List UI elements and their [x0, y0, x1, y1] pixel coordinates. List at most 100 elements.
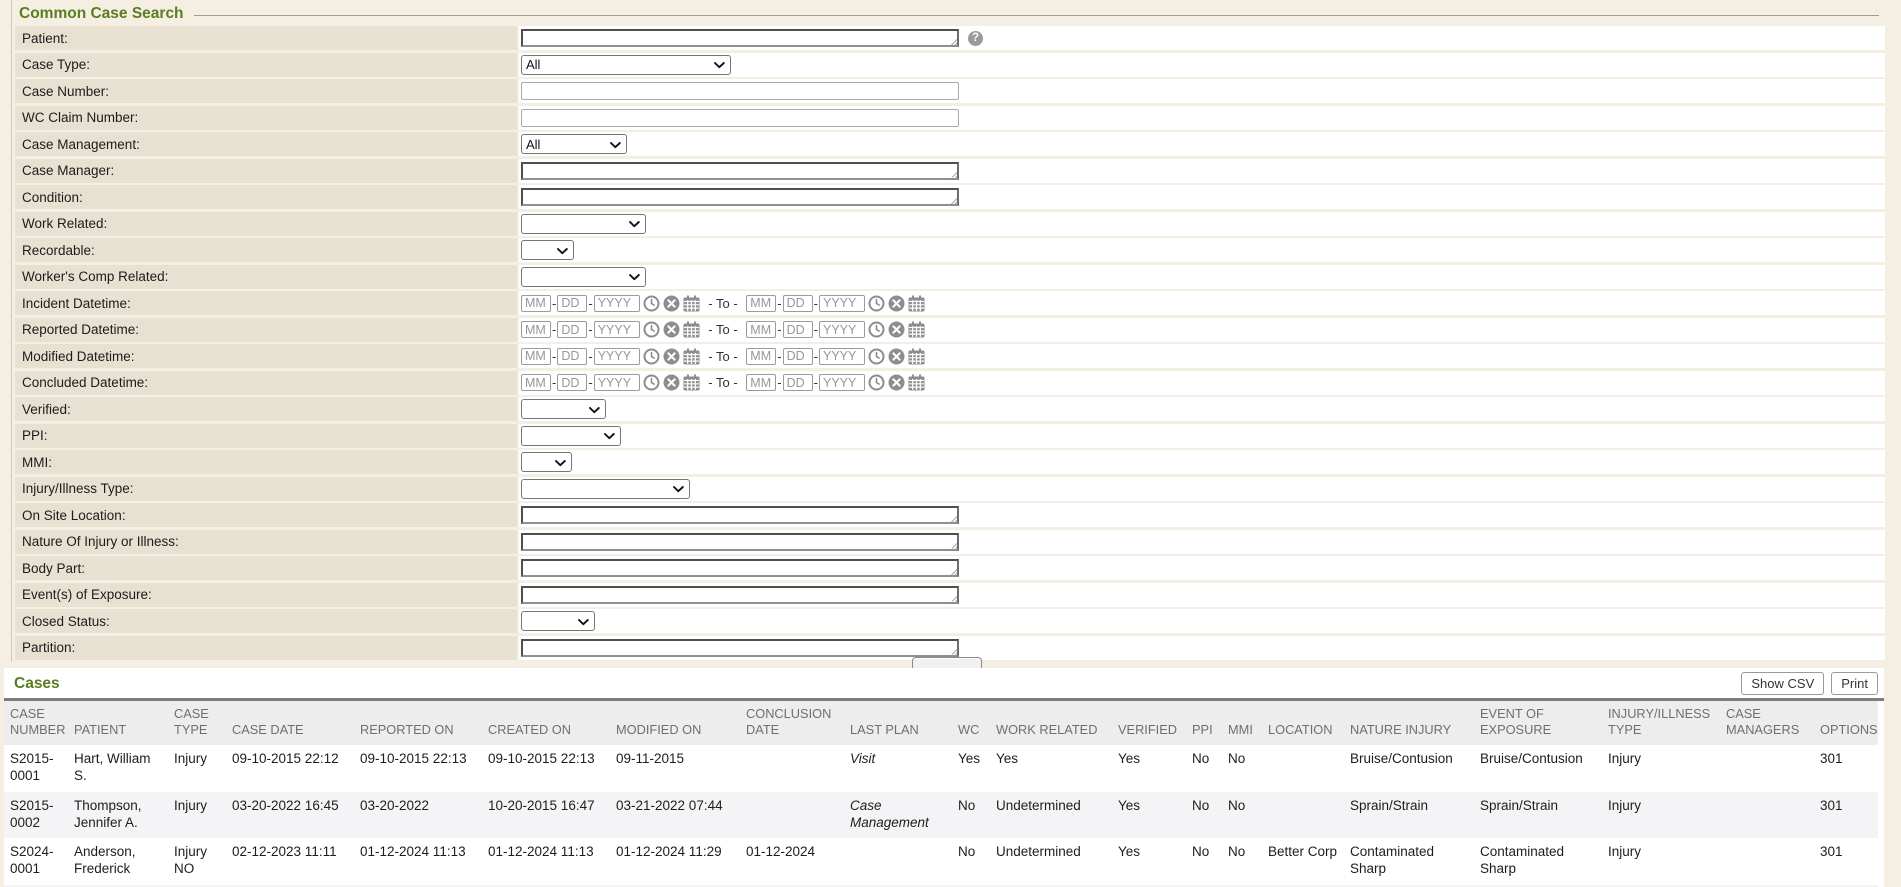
- reported-datetime-to-month-input[interactable]: MM: [746, 321, 776, 338]
- clock-icon[interactable]: [868, 348, 885, 365]
- mmi-select[interactable]: [521, 452, 572, 472]
- on-site-location-field[interactable]: [521, 506, 959, 524]
- incident-datetime-from-month-input[interactable]: MM: [521, 295, 551, 312]
- modified-datetime-from-month-input[interactable]: MM: [521, 348, 551, 365]
- calendar-icon[interactable]: [683, 295, 700, 312]
- wc-claim-number-field[interactable]: [521, 109, 959, 127]
- events-of-exposure-field[interactable]: [521, 586, 959, 604]
- concluded-datetime-to-day-input[interactable]: DD: [783, 374, 813, 391]
- field-label: On Site Location:: [22, 508, 126, 523]
- resize-grip-icon: [949, 647, 957, 655]
- reported-datetime-from-day-input[interactable]: DD: [557, 321, 587, 338]
- clear-icon[interactable]: [888, 374, 905, 391]
- cell-verified: Yes: [1112, 792, 1186, 839]
- clock-icon[interactable]: [643, 348, 660, 365]
- table-row: S2015-0002Thompson, Jennifer A.Injury03-…: [4, 792, 1878, 839]
- incident-datetime-to-month-input[interactable]: MM: [746, 295, 776, 312]
- col-header-injury_illness_type: INJURY/ILLNESS TYPE: [1602, 701, 1720, 745]
- reported-datetime-to-year-input[interactable]: YYYY: [819, 321, 865, 338]
- chevron-down-icon: [583, 402, 600, 417]
- field-label: Injury/Illness Type:: [22, 481, 134, 496]
- modified-datetime-to-year-input[interactable]: YYYY: [819, 348, 865, 365]
- reported-datetime-from-year-input[interactable]: YYYY: [594, 321, 640, 338]
- clear-icon[interactable]: [888, 321, 905, 338]
- show-csv-button[interactable]: Show CSV: [1741, 672, 1824, 695]
- clock-icon[interactable]: [868, 295, 885, 312]
- concluded-datetime-from-year-input[interactable]: YYYY: [594, 374, 640, 391]
- incident-datetime-to-year-input[interactable]: YYYY: [819, 295, 865, 312]
- modified-datetime-from-day-input[interactable]: DD: [557, 348, 587, 365]
- print-button[interactable]: Print: [1831, 672, 1878, 695]
- case-type-select[interactable]: All: [521, 55, 731, 75]
- clear-icon[interactable]: [663, 295, 680, 312]
- case-management-select[interactable]: All: [521, 134, 627, 154]
- help-icon[interactable]: ?: [968, 31, 983, 46]
- incident-datetime-to-day-input[interactable]: DD: [783, 295, 813, 312]
- field-label-mmi: MMI:: [15, 450, 517, 474]
- reported-datetime-to-day-input[interactable]: DD: [783, 321, 813, 338]
- concluded-datetime-from-day-input[interactable]: DD: [557, 374, 587, 391]
- incident-datetime-from-year-input[interactable]: YYYY: [594, 295, 640, 312]
- ppi-select[interactable]: [521, 426, 621, 446]
- cell-created_on: 09-10-2015 22:13: [482, 745, 610, 792]
- calendar-icon[interactable]: [683, 374, 700, 391]
- modified-datetime-from-year-input[interactable]: YYYY: [594, 348, 640, 365]
- modified-datetime-to-day-input[interactable]: DD: [783, 348, 813, 365]
- cell-last_plan: Visit: [844, 745, 952, 792]
- injury-illness-type-select[interactable]: [521, 479, 690, 499]
- form-row-case-type: Case Type:All: [15, 53, 1885, 77]
- cell-case_number: S2015-0002: [4, 792, 68, 839]
- chevron-down-icon: [623, 269, 640, 284]
- cell-case_date: 09-10-2015 22:12: [226, 745, 354, 792]
- field-label-workers-comp-related: Worker's Comp Related:: [15, 265, 517, 289]
- incident-datetime-from-day-input[interactable]: DD: [557, 295, 587, 312]
- concluded-datetime-from-month-input[interactable]: MM: [521, 374, 551, 391]
- field-label: Worker's Comp Related:: [22, 269, 168, 284]
- verified-select[interactable]: [521, 399, 606, 419]
- clear-icon[interactable]: [888, 295, 905, 312]
- clear-icon[interactable]: [663, 321, 680, 338]
- body-part-field[interactable]: [521, 559, 959, 577]
- condition-field[interactable]: [521, 188, 959, 206]
- clock-icon[interactable]: [643, 295, 660, 312]
- calendar-icon[interactable]: [683, 321, 700, 338]
- clear-icon[interactable]: [663, 374, 680, 391]
- cell-work_related: Undetermined: [990, 838, 1112, 885]
- clock-icon[interactable]: [643, 321, 660, 338]
- input-cell-partition: [519, 636, 1885, 660]
- clear-icon[interactable]: [888, 348, 905, 365]
- search-submit-button-partial[interactable]: [912, 657, 982, 668]
- concluded-datetime-to-date-group: MM-DD-YYYY: [746, 374, 925, 391]
- recordable-select[interactable]: [521, 240, 574, 260]
- resize-grip-icon: [949, 594, 957, 602]
- case-manager-field[interactable]: [521, 162, 959, 180]
- common-case-search-panel: Common Case Search Patient:?Case Type:Al…: [11, 0, 1885, 662]
- concluded-datetime-to-month-input[interactable]: MM: [746, 374, 776, 391]
- calendar-icon[interactable]: [908, 321, 925, 338]
- work-related-select[interactable]: [521, 214, 646, 234]
- clock-icon[interactable]: [643, 374, 660, 391]
- field-label-events-of-exposure: Event(s) of Exposure:: [15, 583, 517, 607]
- calendar-icon[interactable]: [908, 295, 925, 312]
- cell-last_plan: Case Management: [844, 792, 952, 839]
- partition-field[interactable]: [521, 639, 959, 657]
- cell-case_date: 02-12-2023 11:11: [226, 838, 354, 885]
- clear-icon[interactable]: [663, 348, 680, 365]
- patient-field[interactable]: [521, 29, 959, 47]
- title-rule: [194, 15, 1879, 16]
- calendar-icon[interactable]: [908, 374, 925, 391]
- modified-datetime-to-month-input[interactable]: MM: [746, 348, 776, 365]
- clock-icon[interactable]: [868, 321, 885, 338]
- nature-of-injury-field[interactable]: [521, 533, 959, 551]
- closed-status-select[interactable]: [521, 611, 595, 631]
- cell-created_on: 01-12-2024 11:13: [482, 838, 610, 885]
- reported-datetime-from-month-input[interactable]: MM: [521, 321, 551, 338]
- calendar-icon[interactable]: [683, 348, 700, 365]
- case-number-field[interactable]: [521, 82, 959, 100]
- workers-comp-related-select[interactable]: [521, 267, 646, 287]
- clock-icon[interactable]: [868, 374, 885, 391]
- cell-nature_injury: Bruise/Contusion: [1344, 745, 1474, 792]
- calendar-icon[interactable]: [908, 348, 925, 365]
- concluded-datetime-to-year-input[interactable]: YYYY: [819, 374, 865, 391]
- input-cell-mmi: [519, 450, 1885, 474]
